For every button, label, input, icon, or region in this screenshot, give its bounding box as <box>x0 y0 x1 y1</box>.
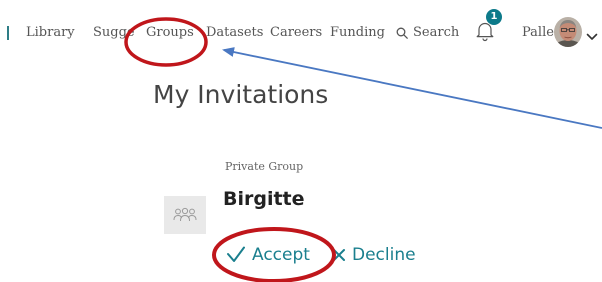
decline-button[interactable]: Decline <box>332 244 416 266</box>
nav-edge-marker <box>7 26 9 40</box>
bell-icon <box>475 22 495 46</box>
check-icon <box>226 246 246 264</box>
accept-button[interactable]: Accept <box>226 244 310 266</box>
decline-label: Decline <box>352 245 416 265</box>
search-icon <box>396 27 408 39</box>
top-navigation: Library Suggestions Groups Datasets Care… <box>0 0 602 66</box>
nav-item-groups[interactable]: Groups <box>146 24 194 42</box>
accept-label: Accept <box>252 245 310 265</box>
avatar[interactable] <box>554 17 582 47</box>
nav-item-careers[interactable]: Careers <box>270 24 322 42</box>
notification-count-badge: 1 <box>486 9 502 25</box>
user-name[interactable]: Palle <box>522 24 554 42</box>
nav-item-suggestions[interactable]: Suggestions <box>93 24 135 42</box>
group-name[interactable]: Birgitte <box>223 187 305 211</box>
page-title: My Invitations <box>153 80 329 109</box>
nav-item-funding[interactable]: Funding <box>330 24 385 42</box>
group-type-label: Private Group <box>225 160 304 173</box>
group-thumbnail <box>164 196 206 234</box>
close-icon <box>332 248 346 262</box>
nav-item-library[interactable]: Library <box>26 24 75 42</box>
search-button[interactable]: Search <box>396 24 459 42</box>
search-label: Search <box>413 25 460 40</box>
chevron-down-icon[interactable] <box>586 27 598 40</box>
nav-item-datasets[interactable]: Datasets <box>206 24 263 42</box>
